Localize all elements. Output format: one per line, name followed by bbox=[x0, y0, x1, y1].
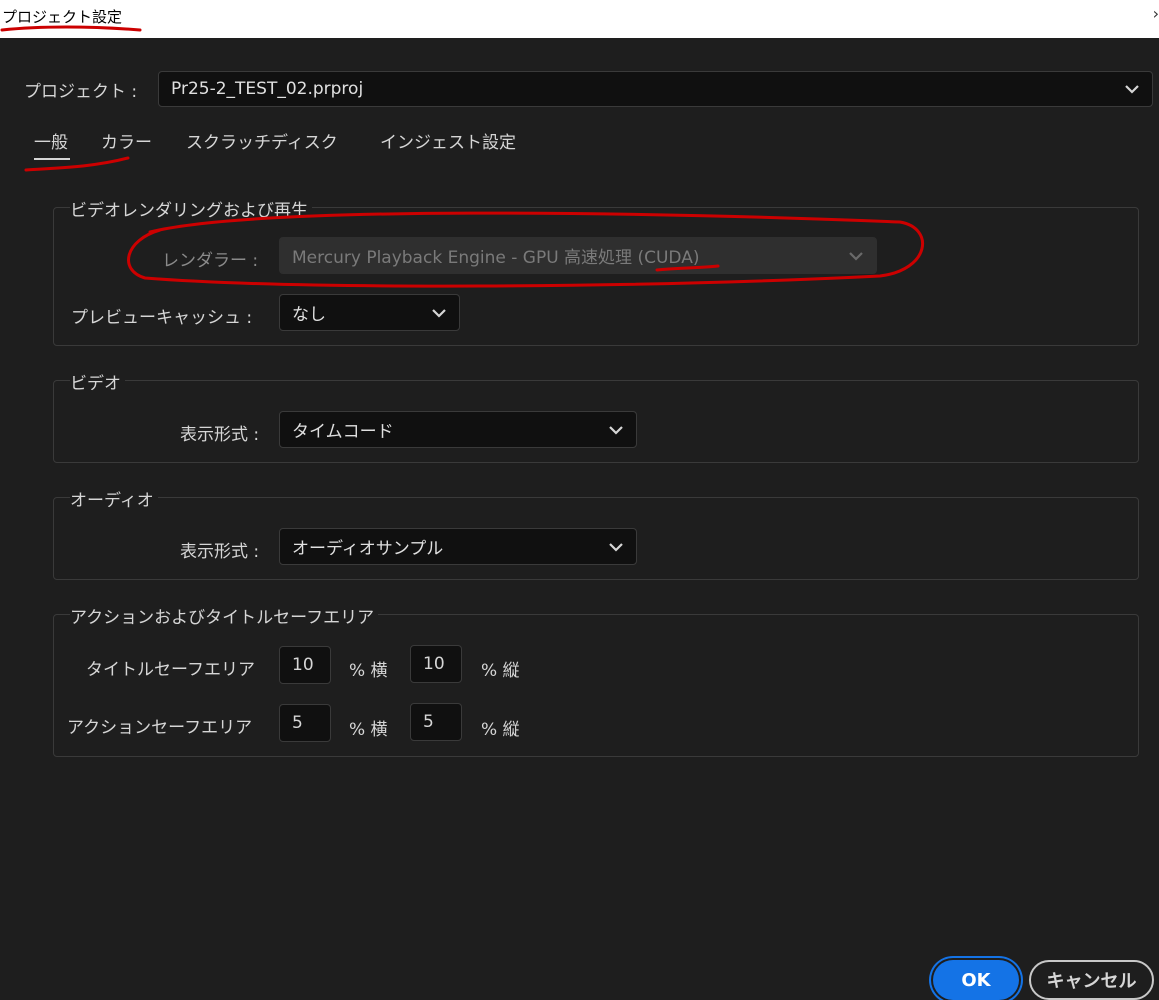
title-safe-vertical-input[interactable]: 10 bbox=[410, 645, 462, 683]
project-select[interactable]: Pr25-2_TEST_02.prproj bbox=[158, 71, 1153, 107]
tab-selected-indicator bbox=[34, 158, 70, 160]
audio-format-select[interactable]: オーディオサンプル bbox=[279, 528, 637, 565]
renderer-select-value: Mercury Playback Engine - GPU 高速処理 (CUDA… bbox=[292, 248, 700, 268]
chevron-down-icon bbox=[609, 425, 623, 435]
action-safe-horizontal-input[interactable]: 5 bbox=[279, 704, 331, 742]
project-label: プロジェクト : bbox=[24, 82, 138, 102]
group-rendering-title: ビデオレンダリングおよび再生 bbox=[70, 196, 312, 221]
title-safe-horizontal-input[interactable]: 10 bbox=[279, 646, 331, 684]
tab-ingest-settings[interactable]: インジェスト設定 bbox=[380, 128, 516, 153]
cancel-button[interactable]: キャンセル bbox=[1029, 960, 1154, 1000]
preview-cache-label: プレビューキャッシュ : bbox=[71, 308, 253, 328]
renderer-label: レンダラー : bbox=[162, 251, 259, 271]
preview-cache-select-value: なし bbox=[292, 305, 326, 325]
action-safe-vertical-unit: % 縦 bbox=[481, 720, 520, 740]
title-safe-label: タイトルセーフエリア bbox=[86, 660, 255, 680]
ok-button[interactable]: OK bbox=[933, 960, 1019, 1000]
tab-scratch-disks[interactable]: スクラッチディスク bbox=[186, 128, 338, 153]
chevron-down-icon bbox=[432, 308, 446, 318]
audio-format-label: 表示形式 : bbox=[180, 542, 260, 562]
window-title: プロジェクト設定 bbox=[2, 8, 123, 26]
title-safe-horizontal-unit: % 横 bbox=[349, 661, 388, 681]
close-icon[interactable]: › bbox=[1145, 4, 1159, 24]
renderer-select[interactable]: Mercury Playback Engine - GPU 高速処理 (CUDA… bbox=[279, 237, 877, 274]
video-format-select[interactable]: タイムコード bbox=[279, 411, 637, 448]
title-safe-vertical-unit: % 縦 bbox=[481, 661, 520, 681]
group-video-title: ビデオ bbox=[70, 369, 125, 394]
action-safe-label: アクションセーフエリア bbox=[67, 718, 253, 738]
action-safe-vertical-input[interactable]: 5 bbox=[410, 703, 462, 741]
tab-color[interactable]: カラー bbox=[101, 128, 152, 153]
chevron-down-icon bbox=[849, 251, 863, 261]
chevron-down-icon bbox=[1125, 85, 1139, 94]
video-format-label: 表示形式 : bbox=[180, 425, 260, 445]
action-safe-horizontal-unit: % 横 bbox=[349, 720, 388, 740]
chevron-down-icon bbox=[609, 542, 623, 552]
group-safe-area-title: アクションおよびタイトルセーフエリア bbox=[70, 603, 379, 628]
audio-format-select-value: オーディオサンプル bbox=[292, 539, 444, 559]
group-audio-title: オーディオ bbox=[70, 486, 158, 511]
window-titlebar: プロジェクト設定 › bbox=[0, 0, 1159, 38]
preview-cache-select[interactable]: なし bbox=[279, 294, 460, 331]
project-select-value: Pr25-2_TEST_02.prproj bbox=[171, 79, 364, 99]
video-format-select-value: タイムコード bbox=[292, 422, 394, 442]
tab-general[interactable]: 一般 bbox=[34, 128, 68, 153]
